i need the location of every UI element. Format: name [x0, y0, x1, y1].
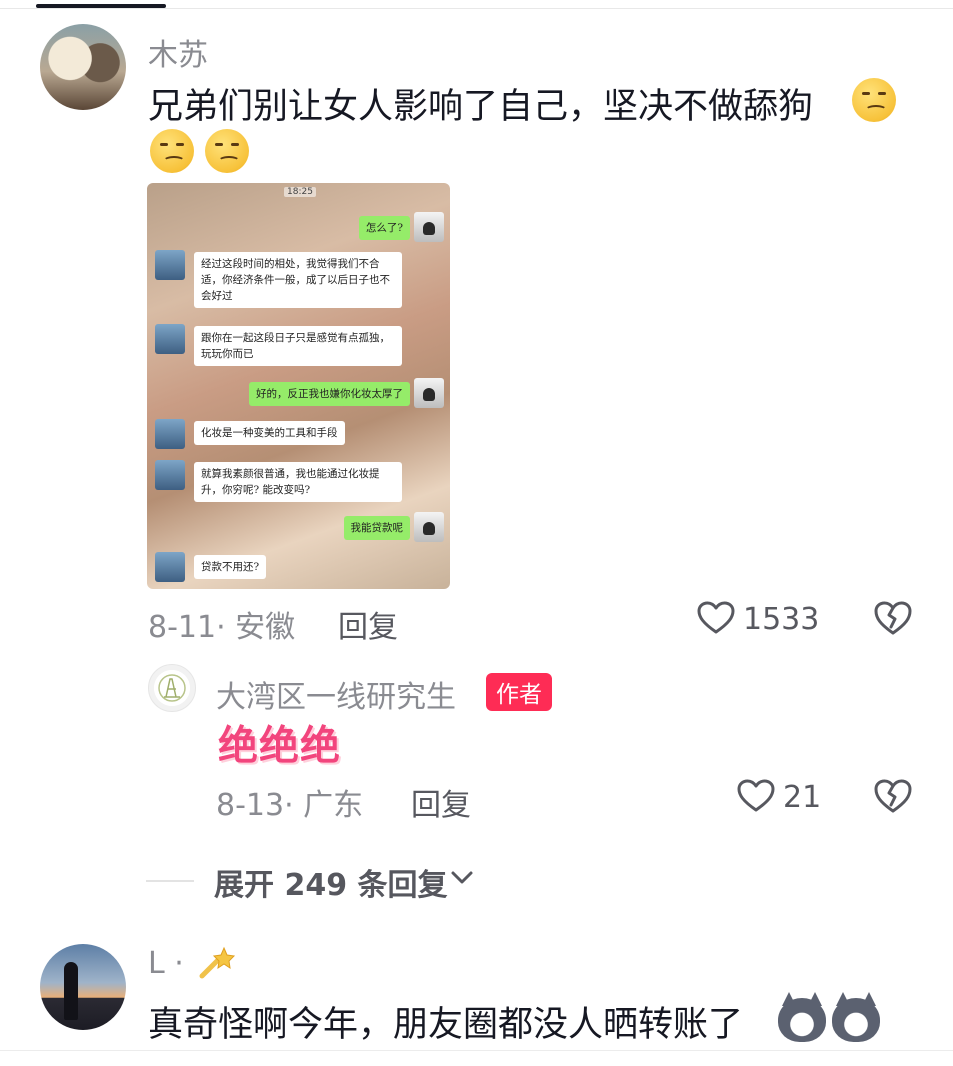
chat-avatar: [155, 250, 185, 280]
reply-date-location: 8-13· 广东: [216, 788, 364, 823]
reply-button[interactable]: 回复: [338, 602, 398, 646]
chat-bubble: 经过这段时间的相处，我觉得我们不合适，你经济条件一般，成了以后日子也不会好过: [194, 252, 402, 308]
like-heart-icon[interactable]: [697, 601, 735, 635]
chat-bubble: 我能贷款呢: [343, 516, 410, 540]
chat-screenshot-image[interactable]: 18:25 怎么了? 经过这段时间的相处，我觉得我们不合适，你经济条件一般，成了…: [147, 183, 450, 589]
like-count: 1533: [743, 602, 820, 637]
author-badge: 作者: [486, 673, 552, 711]
dislike-broken-heart-icon[interactable]: [874, 600, 912, 636]
chat-avatar: [414, 212, 444, 242]
chat-avatar: [155, 324, 185, 354]
smirk-emoji-icon: [150, 129, 194, 173]
chat-bubble: 怎么了?: [358, 216, 410, 240]
reply-button[interactable]: 回复: [411, 780, 471, 824]
chat-bubble: 贷款不用还?: [194, 555, 267, 579]
comment-username[interactable]: L ·: [148, 946, 184, 981]
like-count: 21: [783, 780, 822, 815]
expand-replies-button[interactable]: 展开 249 条回复: [214, 860, 448, 904]
reply-text: 绝绝绝: [218, 723, 341, 769]
chat-avatar: [155, 460, 185, 490]
chat-bubble: 化妆是一种变美的工具和手段: [194, 421, 345, 445]
chat-avatar: [414, 378, 444, 408]
husky-emoji-icon: [832, 992, 880, 1042]
comment-text: 兄弟们别让女人影响了自己，坚决不做舔狗: [148, 87, 814, 127]
screenshot-time: 18:25: [284, 187, 316, 197]
comment-date-location: 8-11· 安徽: [148, 610, 296, 645]
chat-avatar: [155, 419, 185, 449]
chevron-down-icon[interactable]: [450, 868, 474, 888]
shooting-star-icon: [199, 946, 236, 979]
smirk-emoji-icon: [852, 78, 896, 122]
divider: [0, 1050, 953, 1051]
reply-username[interactable]: 大湾区一线研究生: [216, 672, 456, 716]
comment-text: 真奇怪啊今年，朋友圈都没人晒转账了: [148, 1005, 744, 1045]
chat-bubble: 跟你在一起这段日子只是感觉有点孤独，玩玩你而已: [194, 326, 402, 366]
chat-bubble: 好的，反正我也嫌你化妆太厚了: [249, 382, 410, 406]
divider: [0, 8, 953, 9]
comment-username[interactable]: 木苏: [148, 30, 208, 74]
chat-avatar: [155, 552, 185, 582]
chat-bubble: 就算我素颜很普通，我也能通过化妆提升，你穷呢? 能改变吗?: [194, 462, 402, 502]
like-heart-icon[interactable]: [737, 779, 775, 813]
avatar[interactable]: [40, 944, 126, 1030]
husky-emoji-icon: [778, 992, 826, 1042]
smirk-emoji-icon: [205, 129, 249, 173]
building-logo-icon: [158, 674, 186, 702]
chat-avatar: [414, 512, 444, 542]
dislike-broken-heart-icon[interactable]: [874, 778, 912, 814]
author-avatar[interactable]: [148, 664, 196, 712]
expand-divider: [146, 880, 194, 882]
avatar[interactable]: [40, 24, 126, 110]
